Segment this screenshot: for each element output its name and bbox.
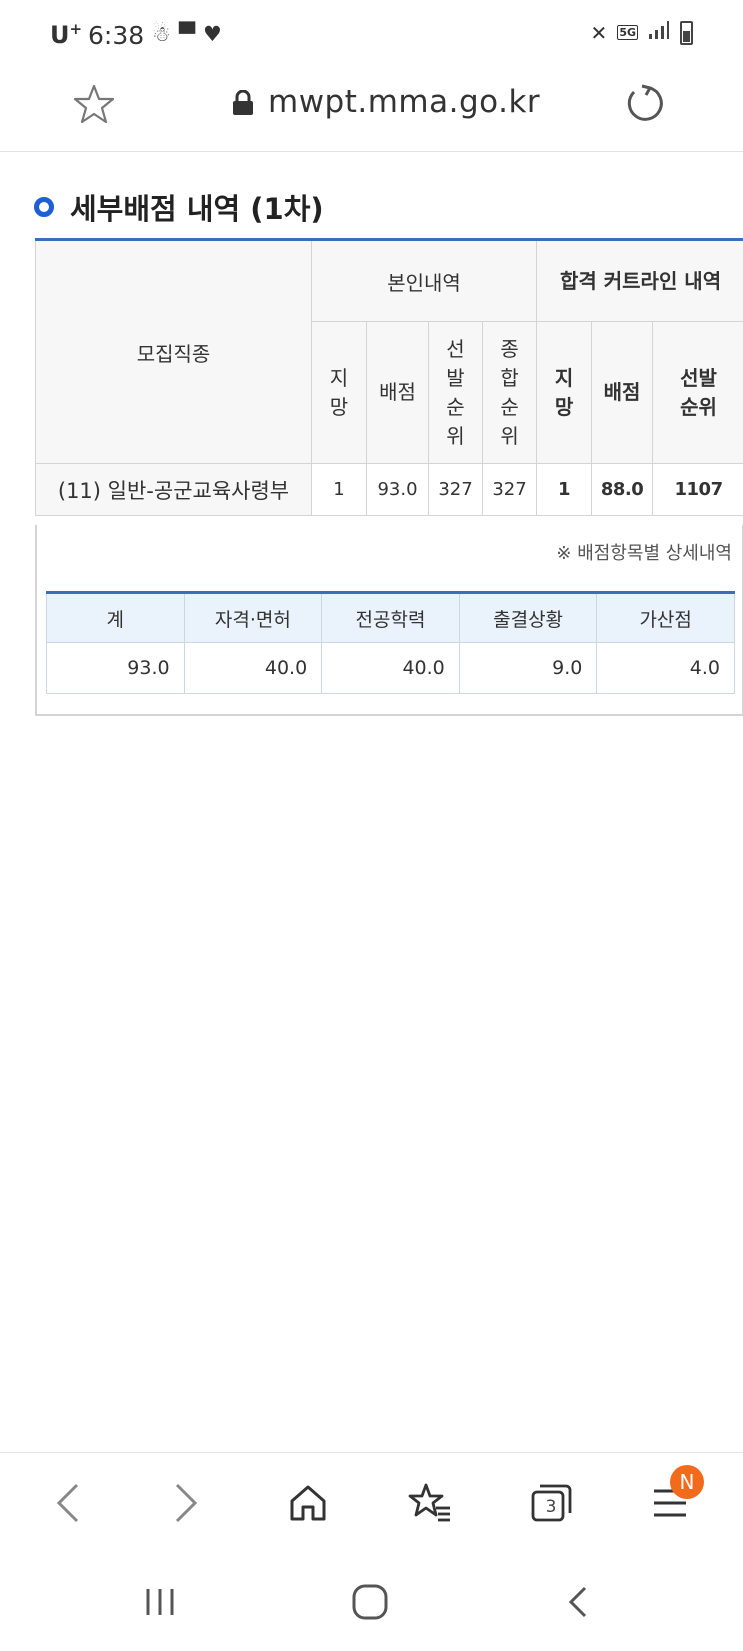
self-overall-rank-cell: 327: [481, 463, 538, 516]
url-bar: mwpt.mma.go.kr: [0, 68, 743, 152]
home-button[interactable]: [282, 1477, 334, 1529]
recruit-cell: (11) 일반-공군교육사령부: [35, 463, 312, 516]
notification-icons: ☃ ▀ ♥: [152, 22, 222, 46]
home-icon: [290, 1485, 326, 1521]
license-header: 자격·면허: [183, 592, 323, 643]
home-square-icon: [352, 1584, 388, 1620]
carrier-label: U+: [50, 20, 83, 49]
attendance-header: 출결상황: [458, 592, 598, 643]
message-icon: ▀: [178, 22, 195, 46]
self-choice-header: 지망: [311, 321, 367, 464]
tab-count: 3: [545, 1497, 557, 1517]
bonus-value: 4.0: [596, 642, 735, 694]
self-score-header: 배점: [366, 321, 429, 464]
attendance-value: 9.0: [458, 642, 598, 694]
system-nav-bar: [0, 1552, 743, 1651]
detail-note: ※ 배점항목별 상세내역: [556, 543, 732, 564]
reload-icon: [627, 84, 663, 121]
mute-icon: ✕: [590, 20, 608, 45]
major-education-header: 전공학력: [321, 592, 460, 643]
star-icon: [73, 84, 115, 124]
bookmarks-star-icon: [408, 1483, 450, 1522]
browser-toolbar: 3 N: [0, 1452, 743, 1552]
clock: 6:38: [88, 21, 145, 50]
bookmarks-button[interactable]: [404, 1477, 456, 1529]
self-score-cell: 93.0: [366, 463, 429, 516]
table-row: 93.0 40.0 40.0 9.0 4.0: [46, 642, 735, 694]
self-overall-rank-header: 종합순위: [481, 321, 538, 464]
back-nav-button[interactable]: [550, 1574, 606, 1630]
cutoff-score-cell: 88.0: [591, 463, 654, 516]
forward-button[interactable]: [160, 1477, 212, 1529]
status-bar: U+ 6:38 ☃ ▀ ♥ ✕ 5G: [0, 0, 743, 68]
recruit-header: 모집직종: [35, 239, 312, 464]
system-icons: ✕ 5G: [591, 20, 693, 45]
detail-table: 계 자격·면허 전공학력 출결상황 가산점 93.0 40.0 40.0 9.0…: [46, 591, 735, 694]
cutoff-score-header: 배점: [591, 321, 654, 464]
section-heading: 세부배점 내역 (1차): [34, 186, 324, 228]
self-selection-rank-cell: 327: [428, 463, 483, 516]
self-selection-rank-header: 선발순위: [428, 321, 483, 464]
signal-icon: [648, 20, 670, 45]
bookmark-star-button[interactable]: [72, 82, 116, 126]
major-education-value: 40.0: [321, 642, 460, 694]
person-icon: ☃: [152, 22, 171, 46]
cutoff-selection-rank-header: 선발순위: [652, 321, 743, 464]
circle-bullet-icon: [34, 197, 54, 217]
score-table: 모집직종 본인내역 합격 커트라인 내역 지망 배점 선발순위 종합순위 지망 …: [35, 238, 743, 516]
bonus-header: 가산점: [596, 592, 735, 643]
tabs-button[interactable]: 3: [526, 1477, 578, 1529]
cutoff-selection-rank-cell: 1107: [652, 463, 743, 516]
back-button[interactable]: [42, 1477, 94, 1529]
cutoff-choice-cell: 1: [536, 463, 593, 516]
recent-apps-icon: [146, 1589, 174, 1615]
lock-icon: [233, 90, 253, 115]
self-record-header: 본인내역: [310, 239, 538, 322]
license-value: 40.0: [183, 642, 323, 694]
total-value: 93.0: [46, 642, 185, 694]
table-row: (11) 일반-공군교육사령부 1 93.0 327 327 1 88.0 11…: [35, 463, 743, 516]
battery-icon: [680, 20, 693, 45]
url-text[interactable]: mwpt.mma.go.kr: [268, 84, 540, 120]
heart-icon: ♥: [202, 22, 222, 46]
back-arrow-icon: [568, 1586, 587, 1618]
home-nav-button[interactable]: [342, 1574, 398, 1630]
chevron-left-icon: [56, 1483, 79, 1523]
cutoff-choice-header: 지망: [536, 321, 593, 464]
self-choice-cell: 1: [311, 463, 367, 516]
notification-badge: N: [670, 1465, 704, 1499]
network-5g-icon: 5G: [617, 25, 638, 40]
cutoff-header: 합격 커트라인 내역: [536, 239, 743, 322]
recent-apps-button[interactable]: [132, 1574, 188, 1630]
detail-section: ※ 배점항목별 상세내역 계 자격·면허 전공학력 출결상황 가산점 93.0 …: [35, 525, 743, 716]
reload-button[interactable]: [624, 82, 666, 124]
total-header: 계: [46, 592, 185, 643]
chevron-right-icon: [175, 1483, 198, 1523]
page-title: 세부배점 내역 (1차): [70, 192, 324, 226]
